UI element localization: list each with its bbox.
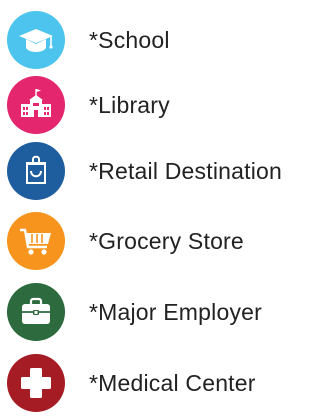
medical-cross-icon	[21, 368, 51, 398]
legend-item-medical-center: *Medical Center	[7, 354, 304, 412]
legend-item-school: *School	[7, 11, 304, 69]
legend-label-school: *School	[89, 26, 170, 53]
legend-item-major-employer: *Major Employer	[7, 283, 304, 341]
legend-label-library: *Library	[89, 91, 170, 118]
legend-label-major-employer: *Major Employer	[89, 298, 262, 325]
legend: *School *Library *Retail Destination *Gr…	[0, 0, 304, 416]
library-building-icon	[21, 89, 51, 117]
school-icon-circle	[7, 11, 65, 69]
library-icon-circle	[7, 76, 65, 134]
employer-icon-circle	[7, 283, 65, 341]
shopping-bag-icon	[26, 155, 46, 184]
graduation-cap-icon	[19, 29, 53, 52]
legend-label-retail-destination: *Retail Destination	[89, 157, 283, 184]
shopping-cart-icon	[20, 228, 51, 255]
legend-item-retail-destination: *Retail Destination	[7, 142, 304, 200]
legend-item-library: *Library	[7, 76, 304, 134]
legend-label-medical-center: *Medical Center	[89, 369, 256, 396]
grocery-icon-circle	[7, 212, 65, 270]
retail-icon-circle	[7, 142, 65, 200]
briefcase-icon	[22, 297, 50, 324]
medical-icon-circle	[7, 354, 65, 412]
legend-item-grocery-store: *Grocery Store	[7, 212, 304, 270]
legend-label-grocery-store: *Grocery Store	[89, 227, 244, 254]
